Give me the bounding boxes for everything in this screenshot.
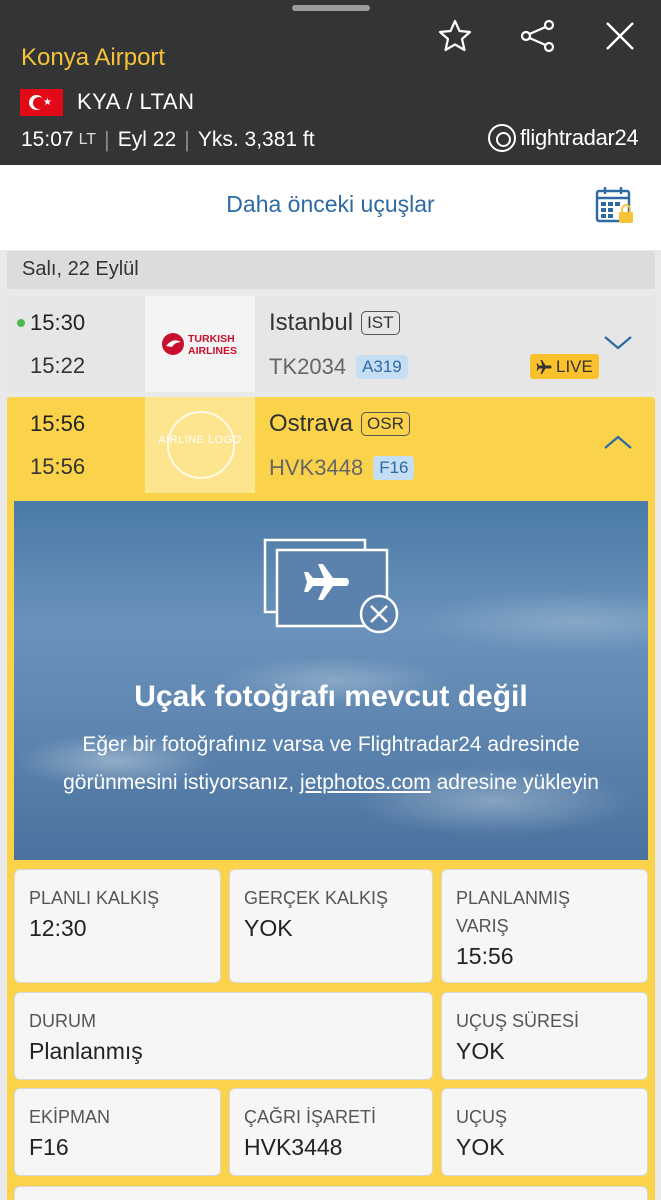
- actual-departure-label: GERÇEK KALKIŞ: [244, 888, 389, 908]
- flight-number: HVK3448: [269, 455, 364, 480]
- flight-card: UÇUŞ YOK: [441, 1088, 648, 1176]
- airline-logo: TURKISH AIRLINES: [145, 296, 255, 392]
- flight-times: 15:56 15:56: [7, 397, 145, 493]
- flight-info: HVK3448 F16: [269, 455, 415, 481]
- destination-city: Ostrava: [269, 410, 354, 437]
- turkey-flag-icon: ★: [20, 89, 63, 116]
- actual-departure-card: GERÇEK KALKIŞ YOK: [229, 869, 433, 983]
- airport-name: Konya Airport: [21, 44, 166, 71]
- airline-logo-placeholder-text: AIRLINE LOGO: [158, 434, 242, 446]
- destination-code-badge: IST: [361, 311, 400, 335]
- radar-icon: [488, 124, 516, 152]
- earlier-flights-bar: Daha önceki uçuşlar: [0, 165, 661, 250]
- actual-time: 15:56: [30, 454, 86, 479]
- date-label: Salı, 22 Eylül: [22, 258, 139, 280]
- planned-arrival-value: 15:56: [456, 943, 514, 969]
- flight-label: UÇUŞ: [456, 1107, 508, 1127]
- airline-logo-placeholder: AIRLINE LOGO: [145, 397, 255, 493]
- planned-departure-label: PLANLI KALKIŞ: [29, 888, 160, 908]
- airport-elevation: Yks. 3,381 ft: [197, 128, 315, 151]
- live-badge[interactable]: LIVE: [530, 354, 599, 379]
- date-section-header: Salı, 22 Eylül: [7, 251, 655, 289]
- planned-departure-value: 12:30: [29, 915, 87, 941]
- divider: |: [104, 127, 110, 152]
- planned-arrival-label: PLANLANMIŞ VARIŞ: [456, 888, 571, 936]
- destination: Istanbul IST: [269, 309, 400, 337]
- aircraft-type-badge: A319: [356, 355, 408, 379]
- svg-text:AIRLINES: AIRLINES: [188, 345, 237, 357]
- calendar-lock-icon[interactable]: [595, 185, 635, 225]
- scheduled-time: 15:56: [30, 411, 86, 436]
- airport-codes: KYA / LTAN: [77, 89, 195, 114]
- no-photo-desc-part2: adresine yükleyin: [436, 771, 599, 794]
- planned-departure-card: PLANLI KALKIŞ 12:30: [14, 869, 221, 983]
- local-time: 15:07: [21, 128, 74, 151]
- live-label: LIVE: [556, 356, 593, 376]
- star-icon[interactable]: [437, 18, 473, 54]
- svg-text:TURKISH: TURKISH: [188, 333, 235, 345]
- destination: Ostrava OSR: [269, 410, 410, 438]
- planned-arrival-card: PLANLANMIŞ VARIŞ 15:56: [441, 869, 648, 983]
- chevron-up-icon[interactable]: [603, 433, 633, 453]
- flight-value: YOK: [456, 1134, 505, 1160]
- callsign-value: HVK3448: [244, 1134, 343, 1160]
- flight-row-selected[interactable]: 15:56 15:56 AIRLINE LOGO Ostrava OSR HVK…: [7, 397, 655, 493]
- status-label: DURUM: [29, 1011, 96, 1031]
- flight-info: TK2034 A319: [269, 354, 408, 380]
- flight-duration-label: UÇUŞ SÜRESİ: [456, 1011, 580, 1031]
- close-icon[interactable]: [602, 18, 638, 54]
- destination-code-badge: OSR: [361, 412, 410, 436]
- local-date: Eyl 22: [117, 128, 177, 151]
- drag-handle[interactable]: [292, 5, 370, 11]
- local-time-suffix: LT: [78, 131, 97, 148]
- live-indicator-dot: [17, 319, 25, 327]
- aircraft-type-badge: F16: [373, 456, 415, 480]
- plane-icon: [536, 359, 552, 374]
- flightradar24-logo: flightradar24: [488, 124, 639, 152]
- share-icon[interactable]: [520, 18, 556, 54]
- no-photo-description: Eğer bir fotoğrafınız varsa ve Flightrad…: [44, 726, 618, 802]
- actual-time: 15:22: [30, 353, 86, 378]
- flight-number: TK2034: [269, 354, 347, 379]
- actual-departure-value: YOK: [244, 915, 293, 941]
- callsign-label: ÇAĞRI İŞARETİ: [244, 1107, 377, 1127]
- status-value: Planlanmış: [29, 1038, 143, 1064]
- callsign-card: ÇAĞRI İŞARETİ HVK3448: [229, 1088, 433, 1176]
- turkish-airlines-logo-icon: TURKISH AIRLINES: [162, 333, 237, 357]
- earlier-flights-link[interactable]: Daha önceki uçuşlar: [0, 191, 661, 218]
- no-photo-icon: [263, 538, 399, 634]
- jetphotos-link[interactable]: jetphotos.com: [300, 771, 431, 794]
- equipment-card: EKİPMAN F16: [14, 1088, 221, 1176]
- divider: |: [184, 127, 190, 152]
- destination-city: Istanbul: [269, 309, 354, 336]
- scheduled-time: 15:30: [30, 310, 86, 335]
- equipment-label: EKİPMAN: [29, 1107, 111, 1127]
- chevron-down-icon[interactable]: [603, 332, 633, 352]
- equipment-value: F16: [29, 1134, 69, 1160]
- flight-duration-card: UÇUŞ SÜRESİ YOK: [441, 992, 648, 1080]
- brand-name: flightradar24: [520, 125, 639, 150]
- flight-row[interactable]: 15:30 15:22 TURKISH AIRLINES Istanbul IS…: [7, 296, 655, 392]
- no-photo-title: Uçak fotoğrafı mevcut değil: [134, 680, 528, 713]
- airport-header: Konya Airport ★ KYA / LTAN 15:07 LT | Ey…: [0, 0, 661, 165]
- next-card-row: [14, 1186, 648, 1200]
- flight-times: 15:30 15:22: [7, 296, 145, 392]
- airport-info-row: 15:07 LT | Eyl 22 | Yks. 3,381 ft: [21, 127, 315, 153]
- flight-duration-value: YOK: [456, 1038, 505, 1064]
- status-card: DURUM Planlanmış: [14, 992, 433, 1080]
